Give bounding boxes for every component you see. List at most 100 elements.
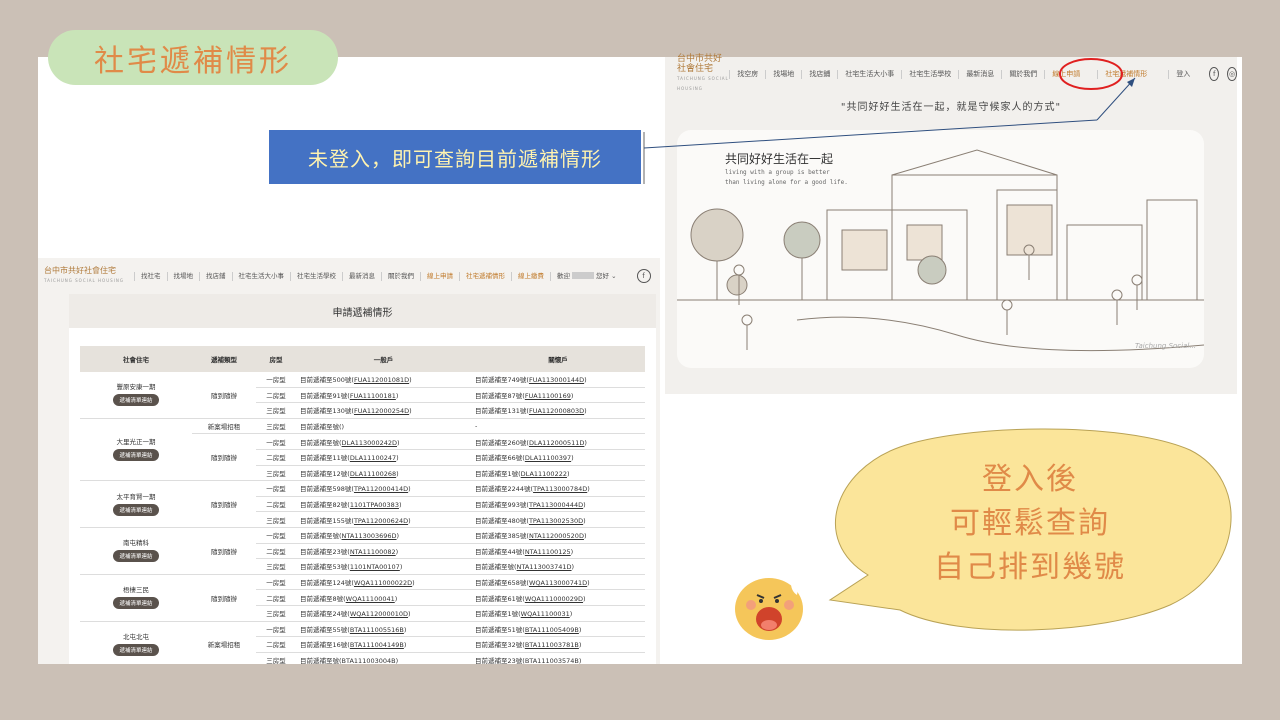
user-greeting[interactable]: 歡迎 您好 ⌄: [550, 271, 623, 281]
application-id-link[interactable]: NTA113003696D: [342, 532, 397, 540]
application-id-link[interactable]: NTA11100082: [350, 548, 396, 556]
application-id-link[interactable]: WQA113000741D: [529, 579, 587, 587]
nav-item-apply[interactable]: 線上申請: [1044, 69, 1087, 79]
application-id-link[interactable]: TPA113002530D: [529, 517, 583, 525]
care-household-status: 目前遞補至658號(WQA113000741D): [471, 574, 645, 591]
nav-item[interactable]: 最新消息: [958, 69, 1001, 79]
application-id-link[interactable]: WQA11100031: [521, 610, 570, 618]
nav-item-payment[interactable]: 線上繳費: [511, 271, 550, 281]
application-id-link[interactable]: FUA112001081D: [354, 376, 409, 384]
community-name: 梧棲三民: [123, 586, 149, 595]
general-household-status: 目前遞補至130號(FUA112000254D): [296, 402, 471, 419]
table-row: 梧棲三民 遞補清單連結 隨到隨辦 一房型 目前遞補至124號(WQA111000022D…: [80, 574, 645, 622]
room-type: 二房型: [256, 387, 296, 404]
waitlist-link-button[interactable]: 遞補清單連結: [113, 448, 159, 461]
application-id-link[interactable]: DLA112000511D: [529, 439, 584, 447]
nav-item[interactable]: 社宅生活大小事: [837, 69, 901, 79]
illustration-tag: Taichung Social...: [1134, 342, 1196, 350]
application-id-link[interactable]: DLA11100268: [350, 470, 396, 478]
care-household-status: 目前遞補至749號(FUA113000144D): [471, 372, 645, 388]
col-header: 社會住宅: [80, 346, 192, 372]
site-slogan: "共同好好生活在一起，就是守候家人的方式": [840, 102, 1062, 113]
application-id-link[interactable]: DLA11100397: [525, 454, 571, 462]
application-id-link[interactable]: NTA112000520D: [529, 532, 584, 540]
room-type: 三房型: [256, 418, 296, 435]
nav-item[interactable]: 找社宅: [134, 271, 167, 281]
general-household-status: 目前遞補至500號(FUA112001081D): [296, 372, 471, 388]
care-household-status: 目前遞補至32號(BTA111003781B): [471, 636, 645, 653]
application-id-link[interactable]: 1101TPA00383: [350, 501, 399, 509]
waitlist-navbar: 台中市共好社會住宅 TAICHUNG SOCIAL HOUSING 找社宅 找場地…: [38, 258, 660, 294]
application-id-link[interactable]: TPA113000784D: [533, 485, 587, 493]
nav-item[interactable]: 找店鋪: [801, 69, 837, 79]
application-id-link[interactable]: BTA111003004B: [342, 657, 396, 664]
facebook-icon[interactable]: f: [1209, 67, 1220, 81]
application-id-link[interactable]: BTA111003574B: [525, 657, 579, 664]
nav-item[interactable]: 最新消息: [342, 271, 381, 281]
nav-item[interactable]: 社宅生活學校: [290, 271, 342, 281]
application-id-link[interactable]: FUA11100181: [350, 392, 396, 400]
community-cell: 梧棲三民遞補清單連結: [80, 574, 192, 622]
application-id-link[interactable]: WQA11100041: [346, 595, 395, 603]
general-household-status: 目前遞補至11號(DLA11100247): [296, 449, 471, 466]
nav-item[interactable]: 找店鋪: [199, 271, 232, 281]
general-household-status: 目前遞補至號(): [296, 418, 471, 435]
nav-item-waitlist[interactable]: 社宅遞補情形: [1097, 69, 1154, 79]
application-id-link[interactable]: FUA113000144D: [529, 376, 584, 384]
community-cell: 太平育賢一期 遞補清單連結: [80, 480, 192, 528]
waitlist-link-button[interactable]: 遞補清單連結: [113, 503, 159, 516]
application-id-link[interactable]: BTA111005516B: [350, 626, 404, 634]
waitlist-panel: 申請遞補情形 社會住宅 遞補類型 房型 一般戶 關懷戶 豐原安康一期 遞補清單連結…: [69, 294, 656, 664]
waitlist-link-button[interactable]: 遞補清單連結: [113, 597, 159, 610]
application-id-link[interactable]: TPA113000444D: [529, 501, 583, 509]
login-link[interactable]: 登入: [1168, 69, 1197, 79]
general-household-status: 目前遞補至155號(TPA112000624D): [296, 511, 471, 528]
site-logo[interactable]: 台中市共好社會住宅 TAICHUNG SOCIAL HOUSING: [677, 54, 729, 94]
nav-item[interactable]: 找空房: [729, 69, 765, 79]
application-id-link[interactable]: 1101NTA00107: [350, 563, 400, 571]
room-type: 三房型: [256, 402, 296, 419]
application-id-link[interactable]: WQA112000010D: [350, 610, 408, 618]
waitlist-type: 隨到隨辦: [192, 527, 256, 575]
care-household-status: 目前遞補至號(NTA113003741D): [471, 558, 645, 575]
nav-item[interactable]: 社宅生活學校: [901, 69, 958, 79]
application-id-link[interactable]: BTA111005409B: [525, 626, 579, 634]
application-id-link[interactable]: WQA111000029D: [525, 595, 583, 603]
application-id-link[interactable]: TPA112000624D: [354, 517, 408, 525]
nav-item[interactable]: 關於我們: [1001, 69, 1044, 79]
nav-item[interactable]: 找場地: [765, 69, 801, 79]
community-name: 豐原安康一期: [116, 383, 156, 392]
application-id-link[interactable]: FUA112000803D: [529, 407, 584, 415]
bubble-text: 登入後 可輕鬆查詢 自己排到幾號: [934, 462, 1126, 585]
application-id-link[interactable]: WQA111000022D: [354, 579, 412, 587]
application-id-link[interactable]: DLA113000242D: [342, 439, 397, 447]
application-id-link[interactable]: TPA112000414D: [354, 485, 408, 493]
application-id-link[interactable]: NTA113003741D: [517, 563, 572, 571]
application-id-link[interactable]: DLA11100222: [521, 470, 567, 478]
care-household-status: 目前遞補至44號(NTA11100125): [471, 543, 645, 560]
application-id-link[interactable]: BTA111003781B: [525, 641, 579, 649]
waitlist-link-button[interactable]: 遞補清單連結: [113, 394, 159, 407]
room-type: 一房型: [256, 372, 296, 388]
general-household-status: 目前遞補至8號(WQA11100041): [296, 589, 471, 606]
nav-item-waitlist[interactable]: 社宅遞補情形: [459, 271, 511, 281]
application-id-link[interactable]: FUA11100169: [525, 392, 571, 400]
care-household-status: 目前遞補至61號(WQA111000029D): [471, 589, 645, 606]
general-household-status: 目前遞補至23號(NTA11100082): [296, 543, 471, 560]
application-id-link[interactable]: DLA11100247: [350, 454, 396, 462]
line-icon[interactable]: ◎: [1227, 67, 1237, 81]
site-logo[interactable]: 台中市共好社會住宅 TAICHUNG SOCIAL HOUSING: [44, 266, 134, 286]
chevron-down-icon: ⌄: [611, 271, 617, 280]
application-id-link[interactable]: NTA11100125: [525, 548, 571, 556]
application-id-link[interactable]: BTA111004149B: [350, 641, 404, 649]
col-header: 遞補類型: [192, 346, 256, 372]
nav-item-apply[interactable]: 線上申請: [420, 271, 459, 281]
nav-item[interactable]: 社宅生活大小事: [231, 271, 291, 281]
waitlist-link-button[interactable]: 遞補清單連結: [113, 643, 159, 656]
room-type: 三房型: [256, 465, 296, 482]
facebook-icon[interactable]: f: [636, 269, 651, 283]
waitlist-link-button[interactable]: 遞補清單連結: [113, 550, 159, 563]
nav-item[interactable]: 關於我們: [381, 271, 420, 281]
application-id-link[interactable]: FUA112000254D: [354, 407, 409, 415]
nav-item[interactable]: 找場地: [166, 271, 200, 281]
